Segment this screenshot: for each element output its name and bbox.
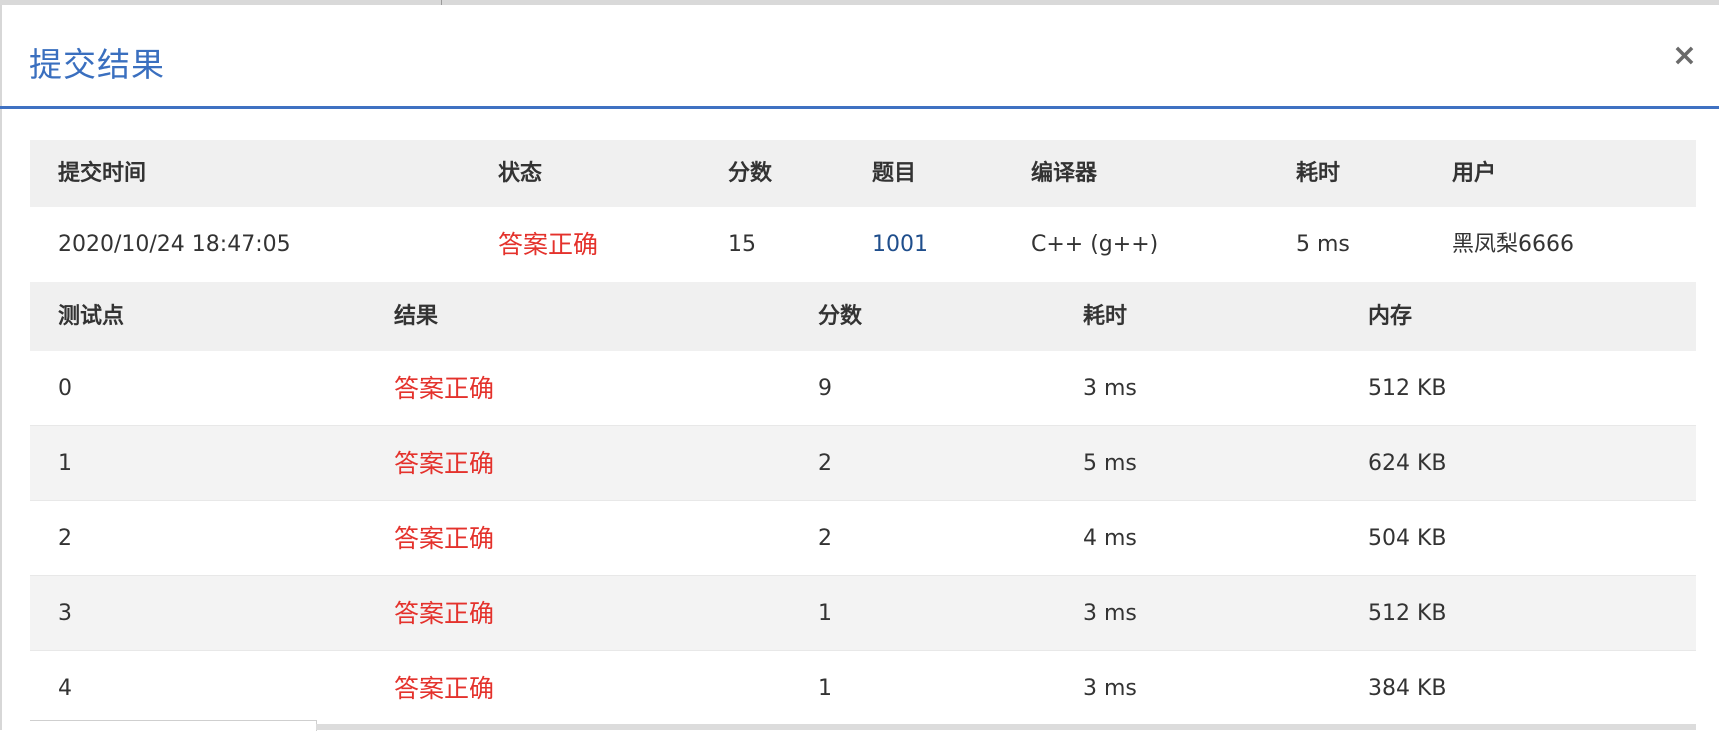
- testcase-result: 答案正确: [394, 674, 495, 703]
- header-test-score: 分数: [818, 304, 863, 329]
- testcase-score: 2: [818, 451, 832, 476]
- testcase-result: 答案正确: [394, 599, 495, 628]
- testcase-time: 3 ms: [1083, 676, 1137, 701]
- testcase-row: 3 答案正确 1 3 ms 512 KB: [30, 576, 1696, 651]
- summary-row: 2020/10/24 18:47:05 答案正确 15 1001 C++ (g+…: [30, 207, 1696, 283]
- testcase-row: 4 答案正确 1 3 ms 384 KB: [30, 651, 1696, 726]
- testcase-score: 1: [818, 676, 832, 701]
- modal-title: 提交结果: [29, 45, 165, 84]
- user-name: 黑凤梨6666: [1452, 232, 1574, 257]
- header-problem: 题目: [872, 161, 917, 186]
- header-user: 用户: [1452, 161, 1497, 186]
- bottom-tab-outline: [30, 720, 317, 731]
- modal-header: 提交结果 ×: [0, 5, 1719, 109]
- testcase-score: 1: [818, 601, 832, 626]
- testcase-memory: 624 KB: [1368, 451, 1447, 476]
- header-testcase: 测试点: [58, 304, 125, 329]
- testcase-score: 9: [818, 376, 832, 401]
- header-test-time: 耗时: [1083, 304, 1128, 329]
- testcase-memory: 504 KB: [1368, 526, 1447, 551]
- submit-time: 2020/10/24 18:47:05: [58, 232, 291, 257]
- testcase-score: 2: [818, 526, 832, 551]
- header-score: 分数: [728, 161, 773, 186]
- testcase-id: 2: [58, 526, 72, 551]
- header-compiler: 编译器: [1031, 161, 1098, 186]
- close-button[interactable]: ×: [1672, 41, 1697, 71]
- testcase-result: 答案正确: [394, 524, 495, 553]
- summary-header-row: 提交时间 状态 分数 题目 编译器 耗时 用户: [30, 140, 1696, 207]
- horizontal-scrollbar[interactable]: [316, 724, 1696, 730]
- testcase-memory: 512 KB: [1368, 601, 1447, 626]
- testcase-header-row: 测试点 结果 分数 耗时 内存: [30, 282, 1696, 351]
- run-duration: 5 ms: [1296, 232, 1350, 257]
- header-result: 结果: [394, 304, 439, 329]
- testcase-memory: 512 KB: [1368, 376, 1447, 401]
- testcase-row: 0 答案正确 9 3 ms 512 KB: [30, 351, 1696, 426]
- testcase-id: 0: [58, 376, 72, 401]
- problem-link[interactable]: 1001: [872, 207, 928, 282]
- testcase-time: 5 ms: [1083, 451, 1137, 476]
- testcase-result: 答案正确: [394, 374, 495, 403]
- testcase-time: 3 ms: [1083, 376, 1137, 401]
- testcase-result: 答案正确: [394, 449, 495, 478]
- header-memory: 内存: [1368, 304, 1413, 329]
- status-accepted: 答案正确: [498, 230, 599, 259]
- testcase-memory: 384 KB: [1368, 676, 1447, 701]
- testcase-id: 1: [58, 451, 72, 476]
- header-duration: 耗时: [1296, 161, 1341, 186]
- testcase-time: 3 ms: [1083, 601, 1137, 626]
- compiler-name: C++ (g++): [1031, 232, 1159, 257]
- header-status: 状态: [498, 161, 543, 186]
- testcase-row: 1 答案正确 2 5 ms 624 KB: [30, 426, 1696, 501]
- total-score: 15: [728, 232, 756, 257]
- testcase-row: 2 答案正确 2 4 ms 504 KB: [30, 501, 1696, 576]
- testcase-time: 4 ms: [1083, 526, 1137, 551]
- header-submit-time: 提交时间: [58, 161, 147, 186]
- testcase-id: 3: [58, 601, 72, 626]
- testcase-id: 4: [58, 676, 72, 701]
